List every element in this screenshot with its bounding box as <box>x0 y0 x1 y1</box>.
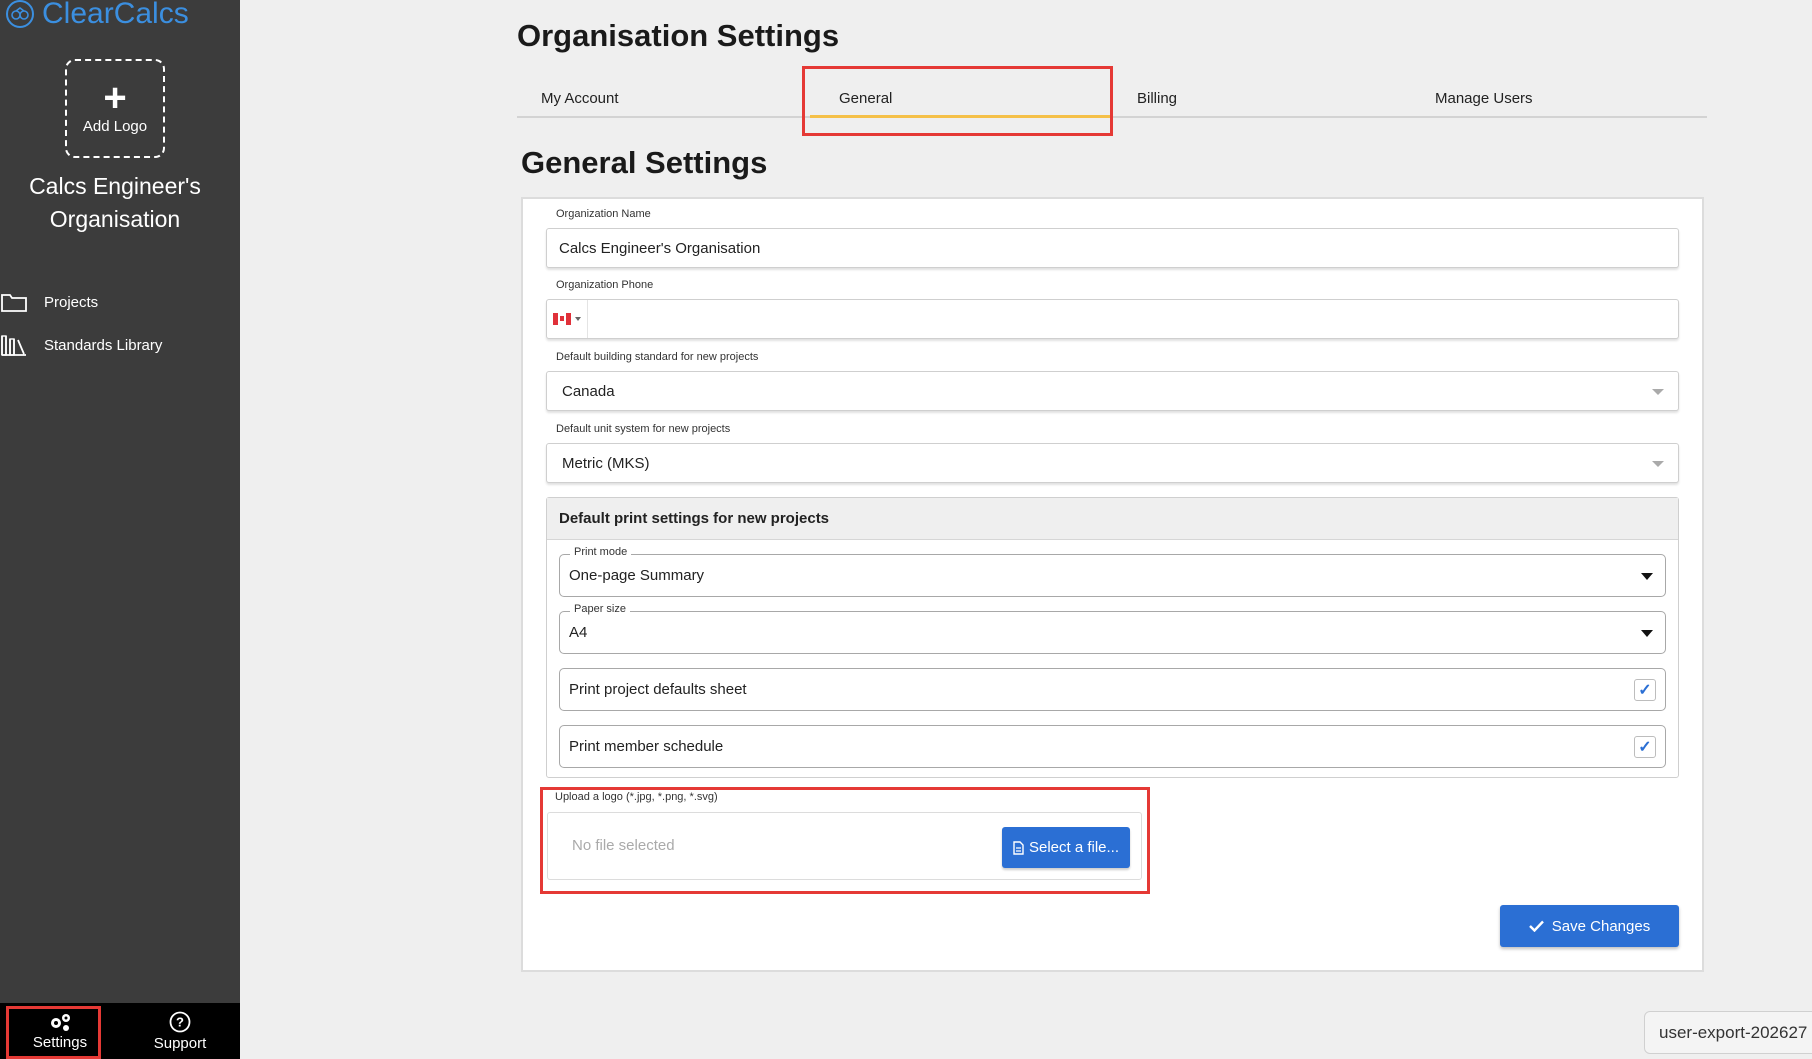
general-tab-highlight-box <box>802 66 1113 136</box>
org-name-line2: Organisation <box>49 206 181 232</box>
section-title: General Settings <box>521 145 768 180</box>
print-defaults-sheet-label: Print project defaults sheet <box>569 681 747 698</box>
country-code-selector[interactable] <box>547 300 588 338</box>
download-chip-label: user-export-202627 <box>1659 1022 1808 1042</box>
paper-size-label: Paper size <box>570 603 630 615</box>
page-title: Organisation Settings <box>517 18 840 53</box>
clearcalcs-logo-icon <box>6 0 34 28</box>
print-defaults-sheet-checkbox[interactable]: ✓ <box>1634 678 1656 701</box>
print-settings-panel: Default print settings for new projects … <box>546 497 1679 778</box>
org-name-value: Calcs Engineer's Organisation <box>559 239 761 257</box>
print-member-schedule-checkbox[interactable]: ✓ <box>1634 735 1656 758</box>
unit-label: Default unit system for new projects <box>556 423 731 435</box>
standard-label: Default building standard for new projec… <box>556 351 759 363</box>
org-phone-label: Organization Phone <box>556 279 654 291</box>
sidebar-item-projects[interactable]: Projects <box>0 287 98 317</box>
paper-size-value: A4 <box>569 624 588 641</box>
support-button[interactable]: ? Support <box>120 1003 240 1059</box>
org-name-input[interactable]: Calcs Engineer's Organisation <box>546 228 1679 268</box>
print-member-schedule-row[interactable]: Print member schedule ✓ <box>559 725 1666 768</box>
print-member-schedule-label: Print member schedule <box>569 738 724 755</box>
sidebar-item-label: Standards Library <box>44 336 163 354</box>
brand-name: ClearCalcs <box>42 0 189 30</box>
paper-size-select[interactable]: Paper size A4 <box>559 603 1666 654</box>
sidebar-item-label: Projects <box>44 293 99 311</box>
canada-flag-icon <box>553 313 571 325</box>
org-phone-input[interactable] <box>546 299 1679 339</box>
chevron-down-icon <box>1652 461 1664 467</box>
tab-my-account[interactable]: My Account <box>541 90 619 107</box>
organisation-name: Calcs Engineer's Organisation <box>0 170 230 236</box>
org-name-line1: Calcs Engineer's <box>29 173 201 199</box>
print-settings-heading: Default print settings for new projects <box>547 498 1678 540</box>
tab-manage-users[interactable]: Manage Users <box>1435 90 1533 107</box>
tab-billing[interactable]: Billing <box>1137 90 1177 107</box>
upload-highlight-box <box>540 787 1150 894</box>
plus-icon: + <box>103 76 127 120</box>
unit-system-select[interactable]: Metric (MKS) <box>546 443 1679 483</box>
print-defaults-sheet-row[interactable]: Print project defaults sheet ✓ <box>559 668 1666 711</box>
unit-system-value: Metric (MKS) <box>562 454 650 472</box>
print-mode-select[interactable]: Print mode One-page Summary <box>559 546 1666 597</box>
help-circle-icon: ? <box>169 1011 191 1032</box>
check-icon <box>1528 920 1544 932</box>
chevron-down-icon <box>1641 572 1653 580</box>
building-standard-select[interactable]: Canada <box>546 371 1679 411</box>
chevron-down-icon <box>1641 629 1653 637</box>
download-chip[interactable]: user-export-202627 <box>1644 1011 1812 1054</box>
print-mode-label: Print mode <box>570 546 632 558</box>
save-changes-button[interactable]: Save Changes <box>1500 905 1679 947</box>
svg-text:?: ? <box>176 1014 184 1029</box>
chevron-down-icon <box>1652 389 1664 395</box>
sidebar-item-standards-library[interactable]: Standards Library <box>0 330 162 360</box>
add-logo-button[interactable]: + Add Logo <box>65 59 165 158</box>
folder-icon <box>1 294 27 312</box>
settings-highlight-box <box>6 1006 101 1059</box>
support-label: Support <box>153 1034 207 1052</box>
building-standard-value: Canada <box>562 382 615 400</box>
brand-logo[interactable]: ClearCalcs <box>6 0 189 32</box>
save-changes-label: Save Changes <box>1551 917 1651 935</box>
books-icon <box>1 335 26 356</box>
add-logo-label: Add Logo <box>82 118 148 135</box>
print-mode-value: One-page Summary <box>569 567 705 584</box>
caret-down-icon <box>575 317 581 321</box>
org-name-label: Organization Name <box>556 208 651 220</box>
sidebar: ClearCalcs + Add Logo Calcs Engineer's O… <box>0 0 240 1059</box>
